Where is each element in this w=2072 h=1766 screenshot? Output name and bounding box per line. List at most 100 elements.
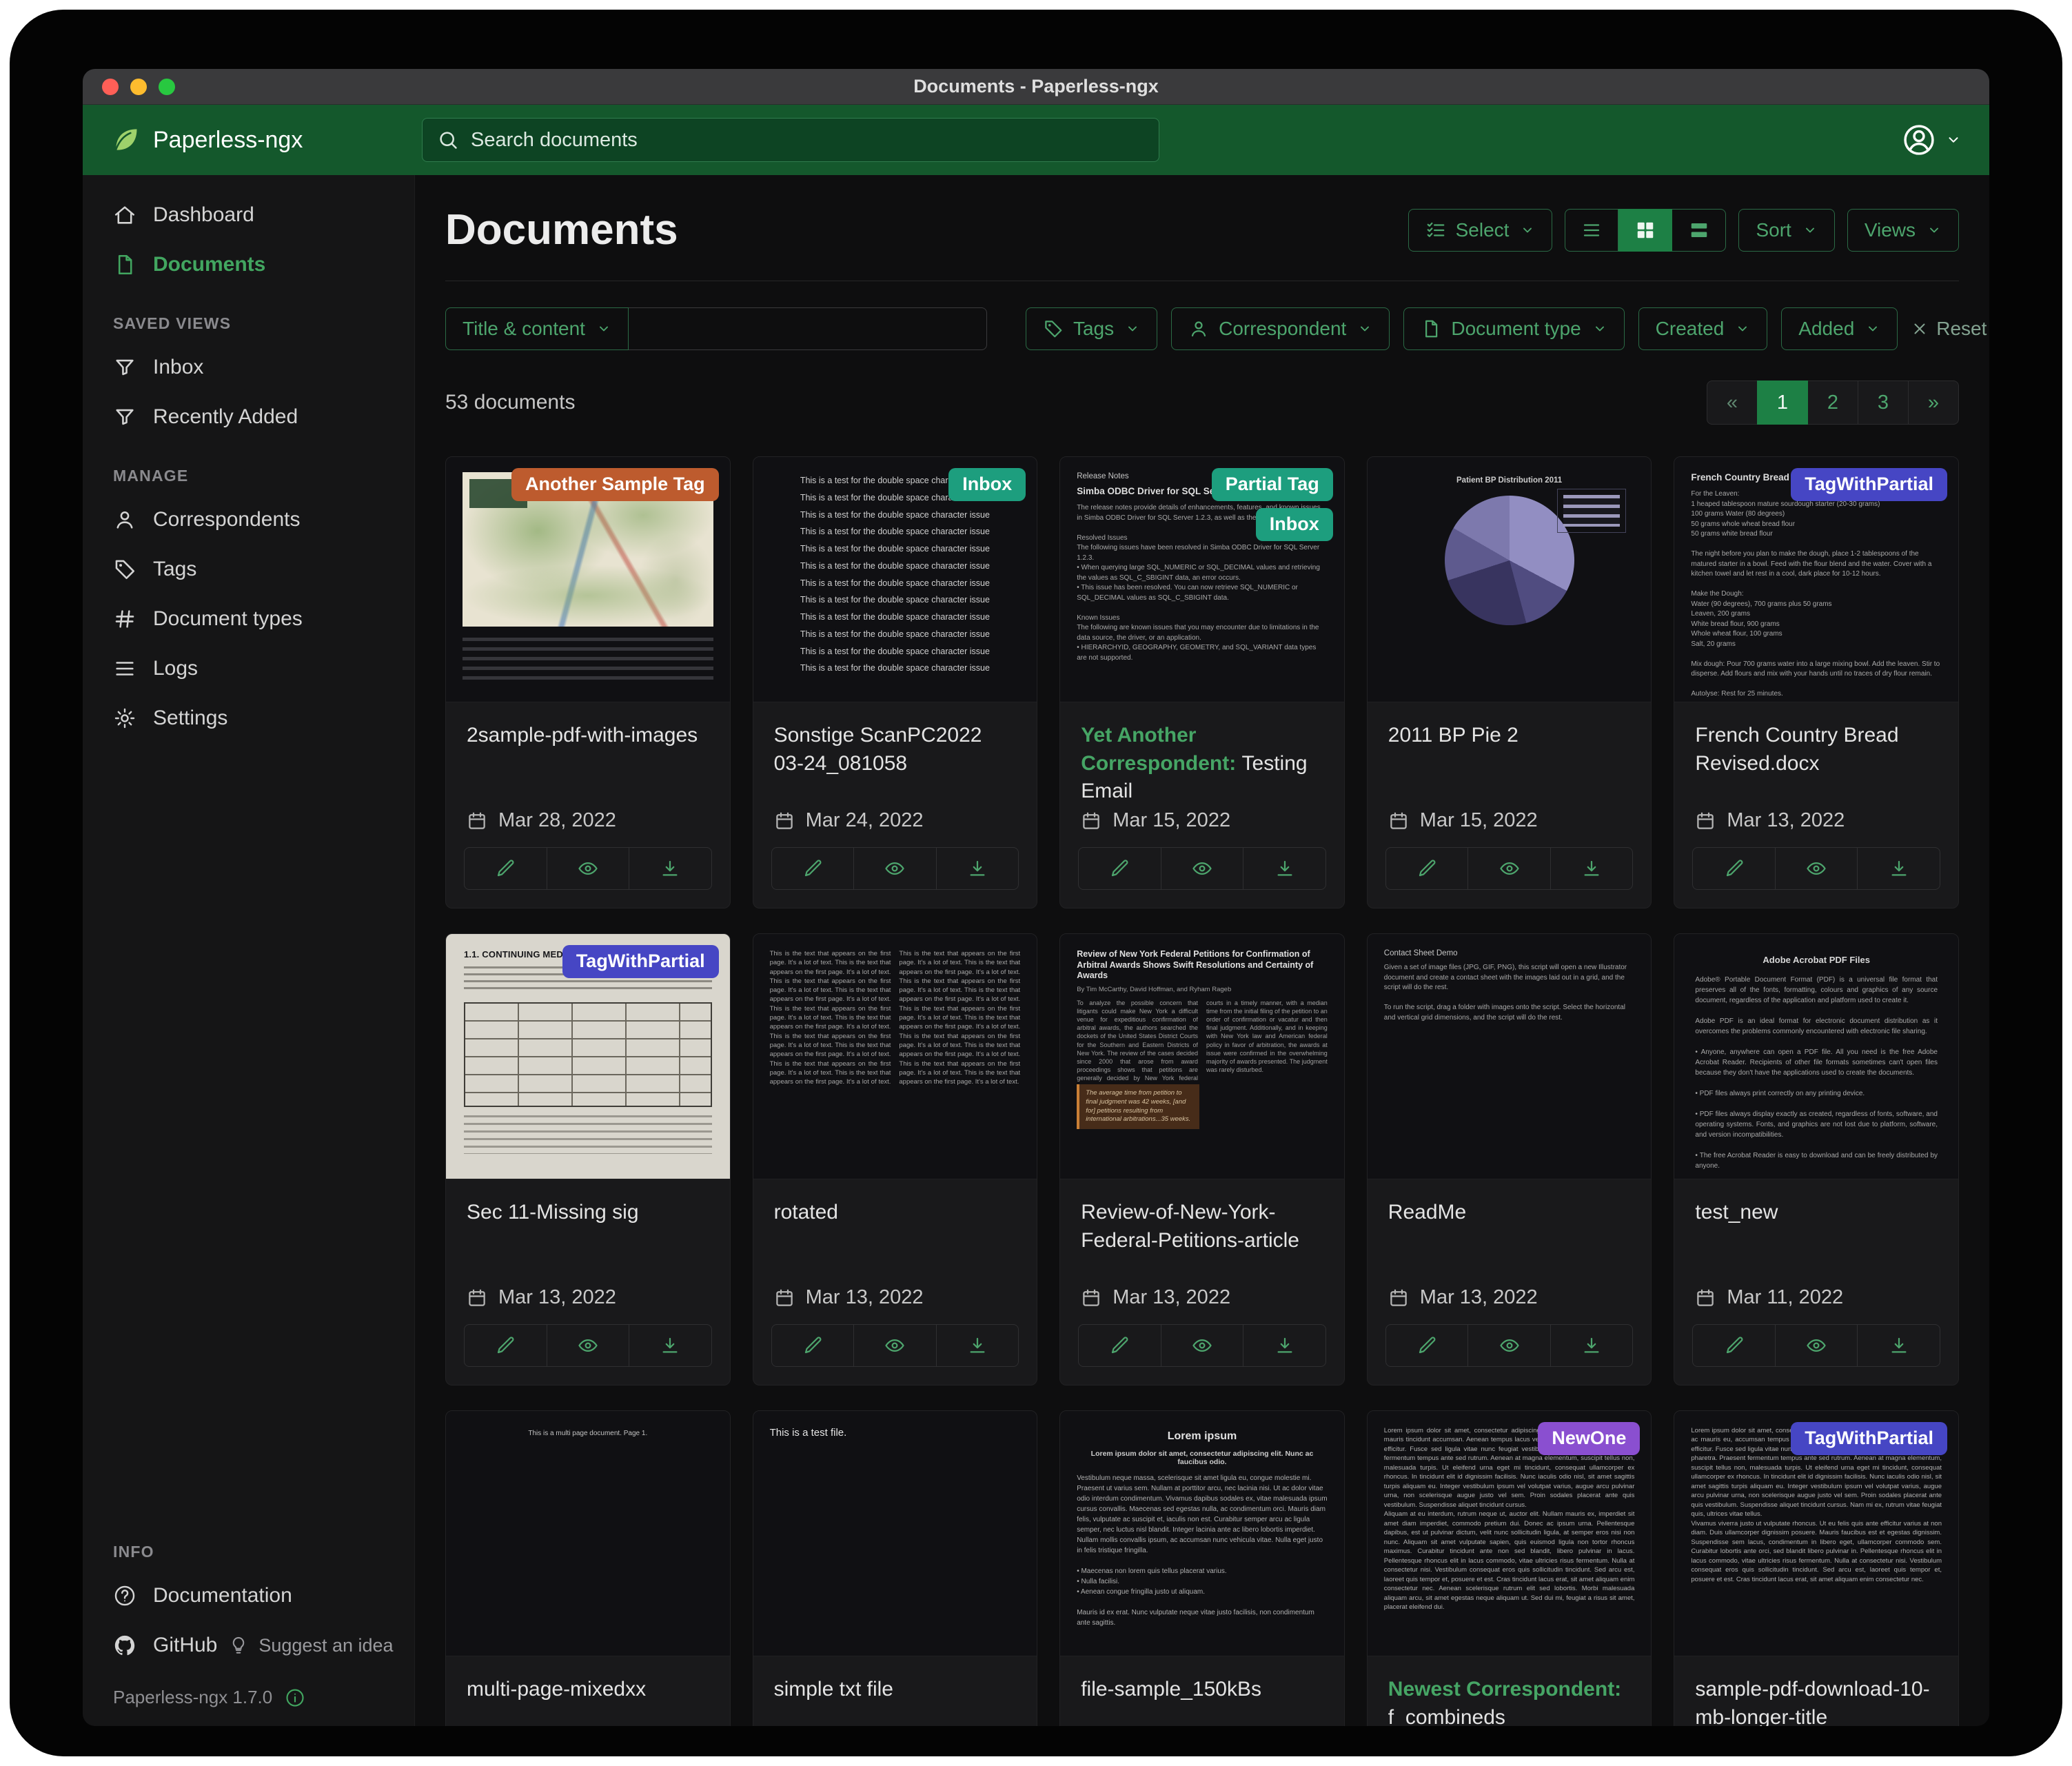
document-thumbnail[interactable]: This is a test file. (753, 1411, 1037, 1656)
close-button[interactable] (102, 79, 119, 95)
edit-button[interactable] (465, 848, 547, 889)
user-menu[interactable] (1901, 122, 1962, 158)
view-button[interactable] (1467, 1325, 1550, 1366)
document-thumbnail[interactable]: Inbox (753, 457, 1037, 702)
sidebar-item-documentation[interactable]: Documentation (83, 1571, 414, 1621)
download-button[interactable] (1550, 1325, 1633, 1366)
edit-button[interactable] (1693, 848, 1775, 889)
title-content-dropdown[interactable]: Title & content (445, 307, 629, 350)
document-thumbnail[interactable]: NewOne (1368, 1411, 1652, 1656)
pagination-page[interactable]: 3 (1858, 380, 1909, 425)
select-button[interactable]: Select (1408, 209, 1553, 252)
view-button[interactable] (1467, 848, 1550, 889)
view-button[interactable] (1775, 1325, 1858, 1366)
document-title[interactable]: Sec 11-Missing sig (467, 1199, 709, 1265)
download-button[interactable] (629, 1325, 711, 1366)
document-thumbnail[interactable]: Adobe Acrobat PDF Files Adobe Acrobat PD… (1674, 934, 1958, 1179)
view-button[interactable] (1775, 848, 1858, 889)
tags-filter-button[interactable]: Tags (1026, 307, 1157, 350)
download-button[interactable] (1243, 848, 1326, 889)
filter-query-input[interactable] (629, 307, 987, 350)
created-filter-button[interactable]: Created (1638, 307, 1768, 350)
download-button[interactable] (1857, 1325, 1940, 1366)
pagination-next[interactable]: » (1908, 380, 1959, 425)
download-button[interactable] (1857, 848, 1940, 889)
sidebar-item-inbox[interactable]: Inbox (83, 343, 414, 392)
app-brand[interactable]: Paperless-ngx (110, 125, 422, 155)
document-type-filter-button[interactable]: Document type (1403, 307, 1624, 350)
document-thumbnail[interactable]: Review of New York Federal Petitions for… (1060, 934, 1344, 1179)
document-title[interactable]: test_new (1695, 1199, 1938, 1265)
view-list-button[interactable] (1565, 209, 1618, 252)
correspondent-filter-button[interactable]: Correspondent (1171, 307, 1390, 350)
document-title[interactable]: 2sample-pdf-with-images (467, 722, 709, 788)
document-title[interactable]: multi-page-mixedxx (467, 1676, 709, 1726)
download-button[interactable] (629, 848, 711, 889)
edit-button[interactable] (1386, 1325, 1468, 1366)
sidebar-item-documents[interactable]: Documents (83, 240, 414, 290)
correspondent-link[interactable]: Newest Correspondent: (1388, 1678, 1621, 1701)
document-thumbnail[interactable]: Partial Tag Inbox Release Notes (1060, 457, 1344, 702)
edit-button[interactable] (1386, 848, 1468, 889)
view-grid-button[interactable] (1618, 209, 1672, 252)
document-title[interactable]: 2011 BP Pie 2 (1388, 722, 1631, 788)
tag-chip[interactable]: TagWithPartial (562, 945, 719, 978)
tag-chip[interactable]: Inbox (948, 468, 1026, 501)
edit-button[interactable] (772, 1325, 854, 1366)
edit-button[interactable] (1079, 1325, 1161, 1366)
tag-chip[interactable]: TagWithPartial (1791, 468, 1947, 501)
edit-button[interactable] (772, 848, 854, 889)
tag-chip[interactable]: Inbox (1256, 508, 1333, 541)
sidebar-item-settings[interactable]: Settings (83, 693, 414, 743)
added-filter-button[interactable]: Added (1781, 307, 1898, 350)
download-button[interactable] (936, 1325, 1019, 1366)
sidebar-item-logs[interactable]: Logs (83, 644, 414, 693)
document-title[interactable]: sample-pdf-download-10-mb-longer-title (1695, 1676, 1938, 1726)
sidebar-item-recently-added[interactable]: Recently Added (83, 392, 414, 442)
sidebar-item-dashboard[interactable]: Dashboard (83, 190, 414, 240)
pagination-prev[interactable]: « (1707, 380, 1758, 425)
edit-button[interactable] (1693, 1325, 1775, 1366)
document-title[interactable]: simple txt file (774, 1676, 1017, 1726)
tag-chip[interactable]: TagWithPartial (1791, 1422, 1947, 1455)
document-title[interactable]: file-sample_150kBs (1081, 1676, 1323, 1726)
info-icon[interactable] (285, 1687, 305, 1708)
tag-chip[interactable]: NewOne (1538, 1422, 1640, 1455)
edit-button[interactable] (465, 1325, 547, 1366)
zoom-button[interactable] (159, 79, 175, 95)
document-thumbnail[interactable]: Patient BP Distribution 2011 Patient BP … (1368, 457, 1652, 702)
pagination-page[interactable]: 2 (1807, 380, 1858, 425)
edit-button[interactable] (1079, 848, 1161, 889)
download-button[interactable] (936, 848, 1019, 889)
document-thumbnail[interactable]: Another Sample Tag (446, 457, 730, 702)
view-button[interactable] (547, 848, 629, 889)
view-button[interactable] (1161, 1325, 1243, 1366)
suggest-an-idea-link[interactable]: Suggest an idea (221, 1622, 400, 1669)
search-input[interactable] (422, 118, 1159, 162)
document-title[interactable]: Review-of-New-York-Federal-Petitions-art… (1081, 1199, 1323, 1265)
document-thumbnail[interactable]: This is the text that appears on the fir… (753, 934, 1037, 1179)
view-detail-button[interactable] (1672, 209, 1726, 252)
reset-filters-button[interactable]: Reset filters (1911, 318, 1989, 340)
document-thumbnail[interactable]: Lorem ipsum Lorem ipsum Lorem ipsum dolo… (1060, 1411, 1344, 1656)
correspondent-link[interactable]: Yet Another Correspondent: (1081, 724, 1241, 775)
view-button[interactable] (1161, 848, 1243, 889)
document-thumbnail[interactable]: This is a multi page document. Page 1. (446, 1411, 730, 1656)
document-thumbnail[interactable]: TagWithPartial (1674, 457, 1958, 702)
download-button[interactable] (1550, 848, 1633, 889)
sidebar-item-tags[interactable]: Tags (83, 545, 414, 594)
view-button[interactable] (547, 1325, 629, 1366)
views-button[interactable]: Views (1847, 209, 1959, 252)
document-title[interactable]: Yet Another Correspondent: Testing Email (1081, 722, 1323, 806)
document-title[interactable]: rotated (774, 1199, 1017, 1265)
sort-button[interactable]: Sort (1738, 209, 1834, 252)
tag-chip[interactable]: Partial Tag (1212, 468, 1333, 501)
pagination-page[interactable]: 1 (1757, 380, 1808, 425)
document-thumbnail[interactable]: TagWithPartial 1.1. CONTINUING MEDICAL E… (446, 934, 730, 1179)
view-button[interactable] (853, 848, 936, 889)
tag-chip[interactable]: Another Sample Tag (511, 468, 719, 501)
document-title[interactable]: ReadMe (1388, 1199, 1631, 1265)
sidebar-item-github[interactable]: GitHub (83, 1621, 221, 1670)
document-thumbnail[interactable]: Contact Sheet Demo Contact Sheet Demo (1368, 934, 1652, 1179)
document-title[interactable]: Newest Correspondent: f_combineds (1388, 1676, 1631, 1726)
